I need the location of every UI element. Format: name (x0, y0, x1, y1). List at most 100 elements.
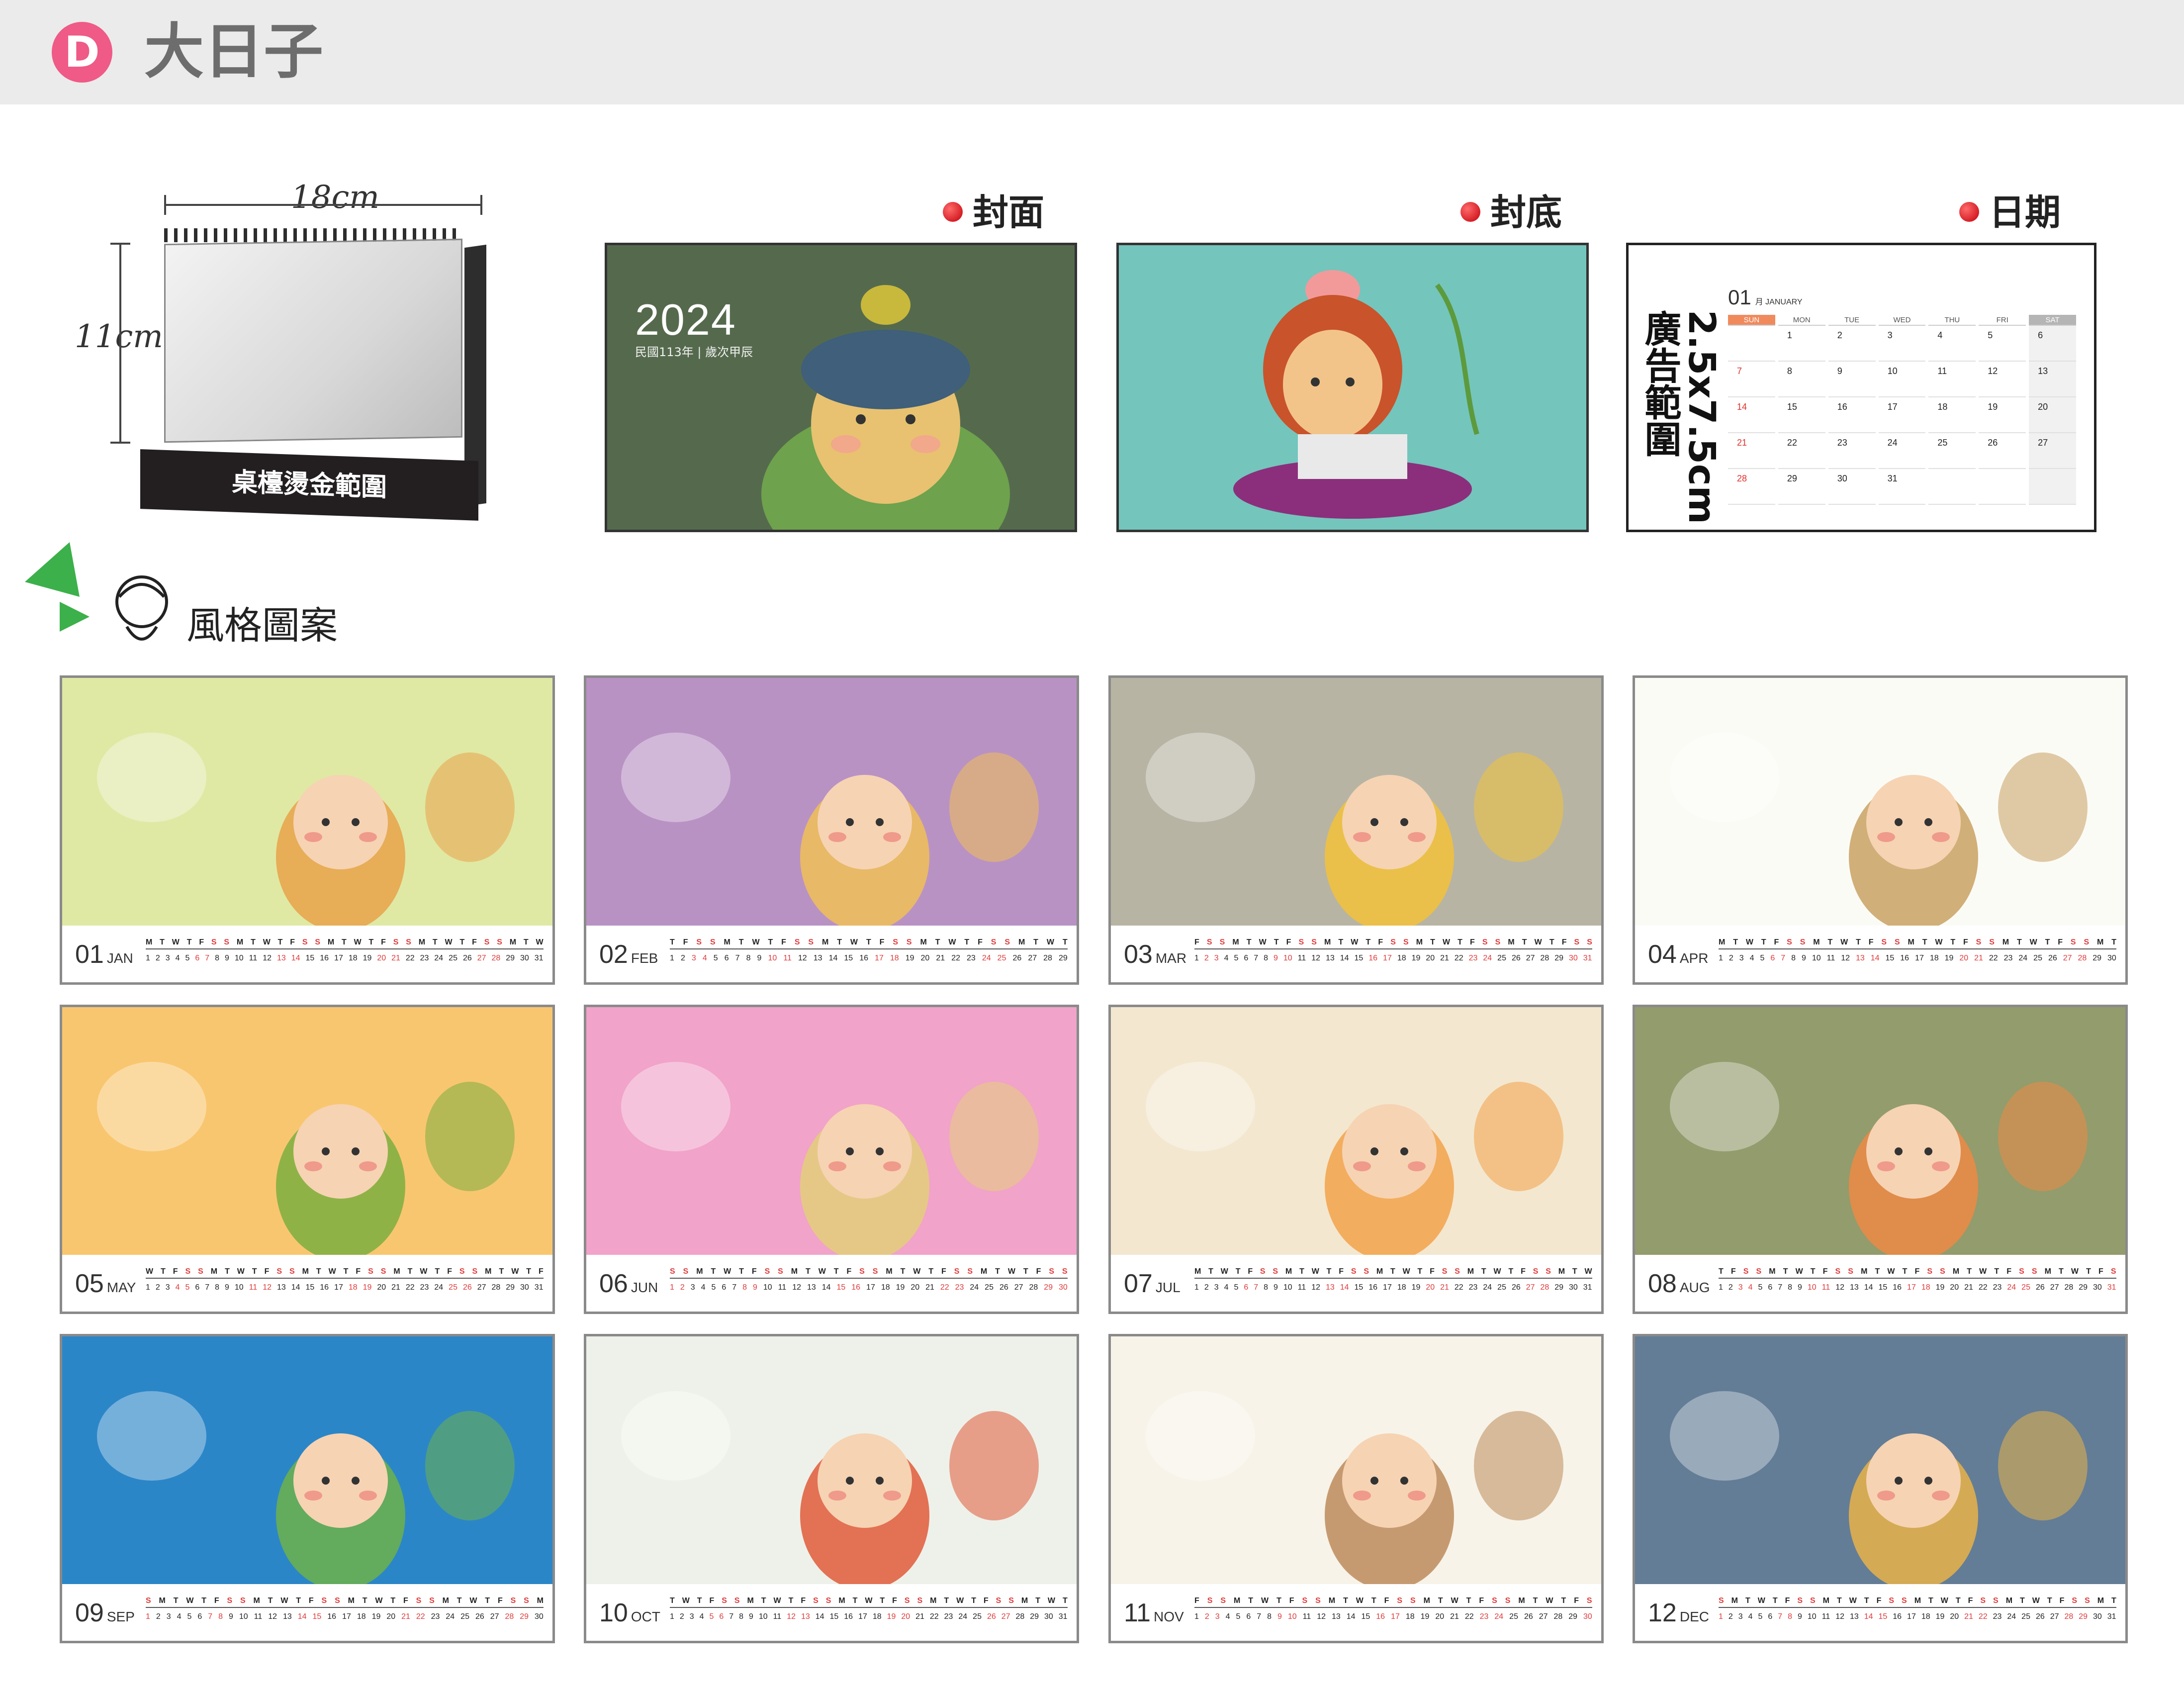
day-number: 1 (1194, 1283, 1199, 1292)
month-num-text: 07 (1124, 1269, 1153, 1298)
day-number: 13 (1849, 1283, 1859, 1292)
day-cell: 28 (1728, 469, 1775, 505)
weekday-letter: W (1840, 938, 1848, 946)
weekday-letter: M (1518, 1597, 1525, 1605)
weekday-letter: M (1508, 938, 1515, 946)
day-number: 7 (729, 1612, 734, 1621)
weekday-letter: T (1967, 1267, 1972, 1276)
weekday-letter: S (302, 938, 308, 946)
mini-calendar: 01 月 JANUARY SUN MON TUE WED THU FRI SAT 1 2 3 4 5 6 7… (1728, 285, 2076, 514)
weekday-letter: W (146, 1267, 154, 1276)
day-number: 16 (320, 1283, 329, 1292)
day-number: 24 (434, 954, 444, 962)
weekday-letter: S (1586, 1597, 1592, 1605)
day-number: 23 (1993, 1283, 2002, 1292)
month-abbr-text: JUL (1155, 1280, 1181, 1295)
day-number: 1 (670, 1283, 674, 1292)
month-footer: 09 SEP S M T W T F S S M T W T F S S M T W T F S S M T W T F S S M 1 2 3 4 5… (62, 1584, 552, 1641)
weekday-letter: S (1719, 1597, 1724, 1605)
day-number: 18 (1397, 1283, 1406, 1292)
month-illustration (1111, 1336, 1601, 1584)
weekday-letter: F (781, 938, 786, 946)
style-title: 風格圖案 (186, 603, 338, 648)
month-strip-calendar: WTFSSMTWTFSSMTWTFSSMTWTFSSMTWTF123456789… (146, 1266, 544, 1301)
weekday-letter: T (526, 1267, 532, 1276)
day-number: 13 (1331, 1612, 1341, 1621)
weekday-letter: S (991, 938, 997, 946)
weekday-letter: S (1927, 1267, 1932, 1276)
width-dimension-rule (164, 204, 482, 206)
day-number: 9 (749, 1612, 753, 1621)
weekday-letter: T (1481, 1267, 1486, 1276)
day-number: 7 (1778, 1283, 1783, 1292)
weekday-letter: S (710, 938, 716, 946)
day-number: 5 (1234, 954, 1239, 962)
day-number: 1 (1719, 1283, 1723, 1292)
weekday-letter: M (1018, 938, 1025, 946)
weekday-header: WED (1878, 315, 1926, 326)
weekday-letter: M (1232, 938, 1239, 946)
day-number: 3 (1739, 954, 1744, 962)
weekday-letter: T (1572, 1267, 1577, 1276)
weekday-letter: S (1505, 1597, 1511, 1605)
day-number: 5 (1234, 1283, 1239, 1292)
weekday-letter: W (1220, 1267, 1228, 1276)
month-num-text: 10 (599, 1599, 628, 1627)
weekday-letter: S (1980, 1597, 1986, 1605)
month-strip-calendar: T F S S M T W T F S S M T W T F S S M T W T F S S M T W T 1 2 3 4 5 6 7 8 9 10… (670, 937, 1068, 971)
day-number: 23 (1468, 1283, 1478, 1292)
weekday-letter: W (2071, 1267, 2079, 1276)
weekday-letter: F (1479, 1597, 1484, 1605)
day-number: 26 (462, 1283, 472, 1292)
day-number: 23 (1479, 1612, 1489, 1621)
month-strip-calendar: TFSSMTWTFSSMTWTFSSMTWTFSSMTWTFS123456789… (1719, 1266, 2116, 1301)
day-number: 24 (446, 1612, 455, 1621)
day-number: 2 (1204, 1283, 1209, 1292)
weekday-letter: T (1902, 1267, 1908, 1276)
weekday-row: TFSSMTWTFSSMTWTFSSMTWTFSSMTWTFS (1719, 1266, 2116, 1279)
day-number: 15 (1878, 1283, 1888, 1292)
weekday-letter: M (2097, 938, 2104, 946)
day-number: 15 (1878, 1612, 1888, 1621)
day-number: 17 (342, 1612, 351, 1621)
day-number: 12 (798, 954, 807, 962)
weekday-letter: T (1719, 1267, 1724, 1276)
weekday-letter: T (670, 1597, 675, 1605)
weekday-letter: M (537, 1597, 544, 1605)
mini-calendar-grid: SUN MON TUE WED THU FRI SAT 1 2 3 4 5 6 7 8 9 10 11 12 13 14… (1728, 315, 2076, 505)
weekday-letter: M (2005, 1597, 2013, 1605)
month-footer: 10 OCT T W T F S S M T W T F S S M T W T F S S M T W T F S S M T W T 1 2 3 4… (586, 1584, 1077, 1641)
day-number: 15 (829, 1612, 839, 1621)
day-number: 2 (156, 1612, 161, 1621)
weekday-letter: F (2059, 1597, 2065, 1605)
month-footer: 07 JUL M T W T F S S M T W T F S S M T W T F S S M T W T F S S M T W 1 2 3 4… (1111, 1255, 1601, 1312)
month-number: 07 JUL (1124, 1268, 1181, 1304)
day-number: 14 (815, 1612, 824, 1621)
weekday-letter: F (1289, 1597, 1294, 1605)
weekday-letter: F (1470, 938, 1475, 946)
day-number: 6 (722, 1283, 727, 1292)
weekday-letter: T (1417, 1267, 1423, 1276)
day-number: 20 (1959, 954, 1969, 962)
day-number: 6 (1768, 1283, 1773, 1292)
day-number: 15 (305, 1283, 315, 1292)
month-card: 02 FEB T F S S M T W T F S S M T W T F S S M T W T F S S M T W T 1 2 3 4 5 6… (584, 675, 1079, 985)
weekday-letter: F (290, 938, 295, 946)
day-number: 5 (711, 1283, 716, 1292)
day-number: 18 (1397, 954, 1406, 962)
month-card: 09 SEP S M T W T F S S M T W T F S S M T W T F S S M T W T F S S M 1 2 3 4 5… (60, 1334, 555, 1643)
day-number: 7 (205, 1283, 210, 1292)
month-abbr-text: SEP (106, 1609, 135, 1624)
weekday-letter: T (1772, 1597, 1778, 1605)
day-number: 12 (1835, 1612, 1845, 1621)
day-number: 1 (1719, 954, 1723, 962)
weekday-letter: T (1922, 938, 1927, 946)
day-number: 4 (699, 1612, 704, 1621)
day-number: 14 (828, 954, 838, 962)
weekday-letter: S (1902, 1597, 1907, 1605)
day-number: 18 (1921, 1612, 1930, 1621)
day-number: 4 (1749, 954, 1754, 962)
weekday-letter: T (1950, 938, 1956, 946)
day-number: 16 (1893, 1283, 1902, 1292)
weekday-letter: W (2029, 938, 2037, 946)
